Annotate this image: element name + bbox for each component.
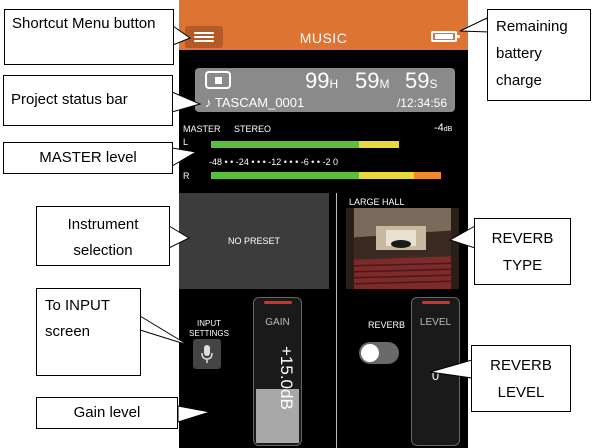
meter-bar-l — [211, 141, 449, 148]
battery-icon — [431, 31, 460, 42]
channel-r-label: R — [183, 171, 190, 181]
callout-master-level: MASTER level — [3, 142, 173, 174]
title-bar: MUSIC — [179, 0, 468, 50]
screen-title: MUSIC — [299, 30, 348, 46]
callout-reverb-level-text: REVERB LEVEL — [490, 357, 552, 401]
reverb-type-button[interactable] — [346, 208, 459, 289]
master-mode: STEREO — [234, 124, 272, 134]
callout-master-level-text: MASTER level — [39, 149, 137, 166]
microphone-icon — [201, 345, 213, 363]
time-seconds: 59S — [405, 68, 438, 94]
gain-value: +15.0dB — [277, 346, 296, 410]
reverb-label: REVERB — [368, 320, 406, 330]
input-settings-button[interactable] — [193, 339, 221, 369]
minutes-unit: M — [379, 77, 390, 91]
callout-battery: Remaining battery charge — [487, 9, 591, 101]
callout-gain-level: Gain level — [36, 397, 178, 429]
time-minutes: 59M — [355, 68, 389, 94]
callout-shortcut-menu: Shortcut Menu button — [4, 9, 174, 65]
level-label: LEVEL — [419, 317, 452, 328]
meter-r-orange — [414, 172, 441, 179]
callout-project-status-text: Project status bar — [11, 91, 128, 108]
seconds-value: 59 — [405, 68, 430, 93]
meter-l-green — [211, 141, 359, 148]
master-level-value: -4dB — [434, 122, 452, 134]
divider — [336, 193, 337, 448]
reverb-toggle[interactable] — [359, 342, 399, 364]
meter-l-yellow — [359, 141, 399, 148]
callout-instrument: Instrument selection — [36, 206, 170, 266]
reverb-type-label: LARGE HALL — [349, 197, 405, 207]
callout-reverb-type: REVERB TYPE — [474, 218, 571, 285]
reverb-peak-indicator — [422, 301, 450, 304]
input-settings-label: INPUT SETTINGS — [188, 319, 229, 338]
callout-instrument-text: Instrument selection — [67, 216, 139, 259]
minutes-value: 59 — [355, 68, 380, 93]
callout-reverb-level: REVERB LEVEL — [471, 345, 571, 412]
master-level-meter: MASTER STEREO -4dB L R -48 • • -24 • • •… — [179, 120, 468, 188]
callout-project-status: Project status bar — [3, 75, 173, 126]
instrument-selection[interactable]: NO PRESET — [179, 193, 329, 289]
gain-label: GAIN — [265, 317, 290, 328]
project-status-bar: 99H 59M 59S ♪ TASCAM_0001 /12:34:56 — [179, 50, 468, 120]
hours-value: 99 — [305, 68, 330, 93]
time-hours: 99H — [305, 68, 338, 94]
callout-gain-level-text: Gain level — [73, 404, 141, 421]
gain-fader[interactable]: GAIN +15.0dB — [253, 297, 302, 446]
callout-shortcut-menu-text: Shortcut Menu button — [12, 15, 156, 32]
channel-l-label: L — [183, 137, 189, 147]
project-name: ♪ TASCAM_0001 — [205, 95, 305, 110]
callout-to-input: To INPUT screen — [36, 288, 141, 376]
master-level-unit: dB — [443, 126, 453, 133]
total-time: /12:34:56 — [396, 96, 447, 110]
meter-bar-r — [211, 172, 449, 179]
reverb-level-value: 0 — [431, 368, 440, 383]
master-label: MASTER — [183, 124, 221, 134]
callout-battery-text: Remaining battery charge — [496, 18, 568, 89]
callout-to-input-text: To INPUT screen — [45, 297, 110, 340]
meter-scale: -48 • • -24 • • • -12 • • • -6 • • -2 0 — [209, 157, 339, 167]
stop-icon — [205, 71, 231, 89]
master-level-number: -4 — [434, 122, 444, 134]
concert-hall-image — [346, 208, 459, 289]
device-screen: MUSIC 99H 59M 59S ♪ TASCAM_0001 /12:34:5… — [179, 0, 468, 448]
status-panel: 99H 59M 59S ♪ TASCAM_0001 /12:34:56 — [195, 68, 455, 112]
meter-r-green — [211, 172, 359, 179]
hours-unit: H — [329, 77, 339, 91]
preset-name: NO PRESET — [227, 236, 280, 246]
meter-r-yellow — [359, 172, 414, 179]
callout-reverb-type-text: REVERB TYPE — [491, 230, 554, 274]
gain-peak-indicator — [264, 301, 292, 304]
seconds-unit: S — [429, 77, 438, 91]
reverb-level-fader[interactable]: LEVEL 0 — [411, 297, 460, 446]
